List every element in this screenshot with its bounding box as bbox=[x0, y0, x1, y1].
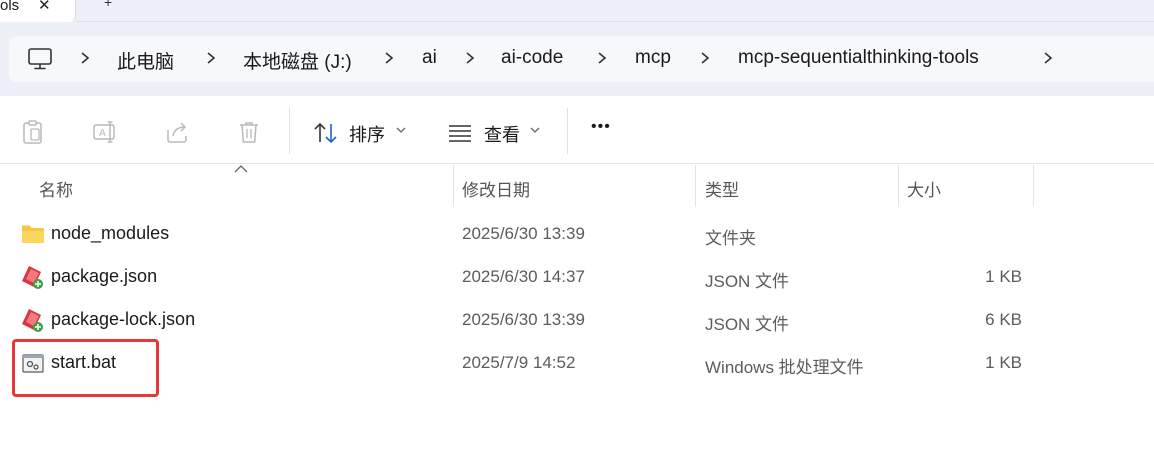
chevron-right-icon[interactable] bbox=[383, 46, 395, 70]
file-row-package-json[interactable]: package.json 2025/6/30 14:37 JSON 文件 1 K… bbox=[0, 255, 1154, 298]
column-header-size[interactable]: 大小 bbox=[907, 176, 941, 201]
file-name: node_modules bbox=[51, 223, 170, 243]
breadcrumb[interactable]: 此电脑 本地磁盘 (J:) ai ai-code mcp mcp-sequent… bbox=[9, 36, 1154, 82]
rename-icon[interactable]: A bbox=[91, 118, 119, 146]
chevron-right-icon[interactable] bbox=[596, 46, 608, 70]
file-date: 2025/7/9 14:52 bbox=[462, 353, 576, 372]
toolbar-separator bbox=[567, 108, 568, 154]
svg-text:A: A bbox=[99, 128, 106, 139]
breadcrumb-item-this-pc[interactable]: 此电脑 bbox=[117, 47, 174, 74]
highlight-box bbox=[12, 339, 159, 397]
column-header-name[interactable]: 名称 bbox=[39, 176, 73, 201]
sort-button[interactable]: 排序 bbox=[349, 121, 385, 147]
new-tab-icon[interactable]: + bbox=[104, 0, 112, 10]
column-header-type[interactable]: 类型 bbox=[705, 176, 739, 201]
toolbar-separator bbox=[289, 108, 290, 154]
column-header-date[interactable]: 修改日期 bbox=[462, 176, 530, 201]
delete-icon[interactable] bbox=[235, 118, 263, 146]
column-divider[interactable] bbox=[695, 165, 696, 207]
file-date: 2025/6/30 13:39 bbox=[462, 310, 585, 329]
chevron-right-icon[interactable] bbox=[464, 46, 476, 70]
chevron-down-icon[interactable] bbox=[396, 126, 406, 134]
column-header: 名称 修改日期 类型 大小 bbox=[0, 165, 1154, 207]
more-options-button[interactable]: ••• bbox=[591, 118, 611, 136]
breadcrumb-item-drive[interactable]: 本地磁盘 (J:) bbox=[243, 47, 352, 74]
breadcrumb-item-mcp[interactable]: mcp bbox=[635, 47, 671, 69]
file-type: 文件夹 bbox=[705, 229, 756, 248]
chevron-down-icon[interactable] bbox=[530, 126, 540, 134]
file-size: 1 KB bbox=[985, 267, 1022, 286]
file-row-package-lock-json[interactable]: package-lock.json 2025/6/30 13:39 JSON 文… bbox=[0, 298, 1154, 341]
view-icon[interactable] bbox=[447, 119, 475, 147]
json-file-icon bbox=[22, 309, 43, 332]
view-button[interactable]: 查看 bbox=[484, 121, 520, 147]
file-row-node-modules[interactable]: node_modules 2025/6/30 13:39 文件夹 bbox=[0, 212, 1154, 255]
column-divider[interactable] bbox=[1033, 165, 1034, 207]
file-name: package.json bbox=[51, 266, 158, 286]
breadcrumb-item-ai-code[interactable]: ai-code bbox=[501, 47, 563, 69]
file-type: JSON 文件 bbox=[705, 272, 790, 291]
computer-icon[interactable] bbox=[27, 46, 53, 72]
file-type: JSON 文件 bbox=[705, 315, 790, 334]
chevron-right-icon[interactable] bbox=[205, 46, 217, 70]
sort-ascending-icon bbox=[234, 165, 248, 173]
tab-title: ols bbox=[0, 0, 20, 14]
tab-strip: ols ✕ + bbox=[0, 0, 1154, 22]
folder-icon bbox=[22, 225, 44, 243]
share-icon[interactable] bbox=[163, 118, 191, 146]
sort-icon[interactable] bbox=[312, 120, 340, 148]
breadcrumb-item-current-folder[interactable]: mcp-sequentialthinking-tools bbox=[738, 47, 979, 69]
command-bar: A 排序 查看 ••• bbox=[0, 96, 1154, 164]
file-type: Windows 批处理文件 bbox=[705, 358, 864, 377]
file-size: 1 KB bbox=[985, 353, 1022, 372]
file-date: 2025/6/30 13:39 bbox=[462, 224, 585, 243]
address-bar-area: 此电脑 本地磁盘 (J:) ai ai-code mcp mcp-sequent… bbox=[0, 22, 1154, 96]
chevron-right-icon[interactable] bbox=[79, 46, 91, 70]
paste-icon[interactable] bbox=[19, 118, 47, 146]
column-divider[interactable] bbox=[898, 165, 899, 207]
chevron-right-icon[interactable] bbox=[699, 46, 711, 70]
column-divider[interactable] bbox=[453, 165, 454, 207]
breadcrumb-item-ai[interactable]: ai bbox=[422, 47, 437, 69]
json-file-icon bbox=[22, 266, 43, 289]
chevron-right-icon[interactable] bbox=[1042, 46, 1054, 70]
tab-active[interactable]: ols ✕ bbox=[0, 0, 76, 22]
file-date: 2025/6/30 14:37 bbox=[462, 267, 585, 286]
file-size: 6 KB bbox=[985, 310, 1022, 329]
file-name: package-lock.json bbox=[51, 309, 196, 329]
close-icon[interactable]: ✕ bbox=[38, 0, 51, 14]
file-row-start-bat[interactable]: start.bat 2025/7/9 14:52 Windows 批处理文件 1… bbox=[0, 341, 1154, 384]
